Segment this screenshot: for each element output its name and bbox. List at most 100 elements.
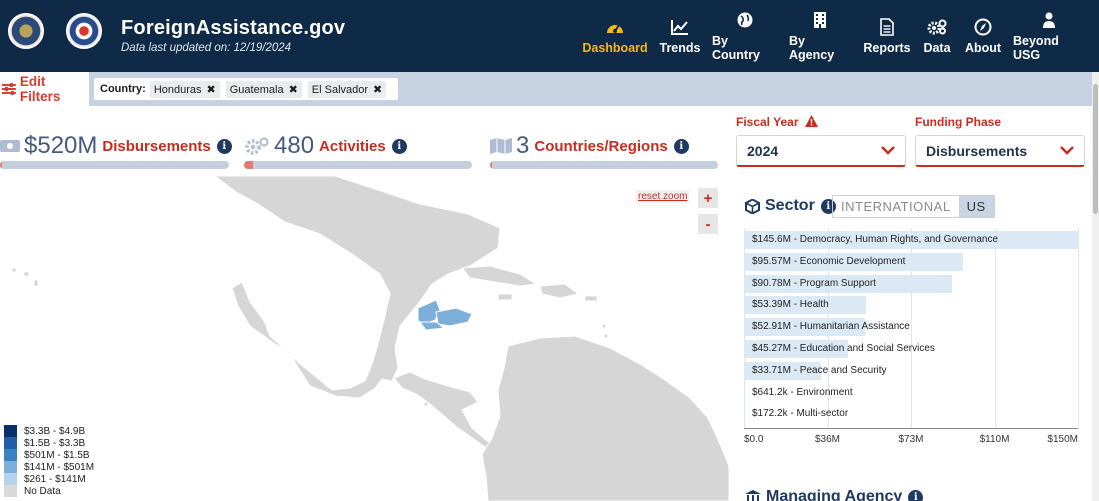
south-america-land bbox=[481, 335, 729, 501]
info-icon[interactable]: i bbox=[908, 489, 924, 501]
legend-label: No Data bbox=[24, 485, 61, 497]
sector-bar-label: $53.39M - Health bbox=[752, 299, 829, 311]
nav-label: Reports bbox=[863, 41, 911, 55]
chip-label: El Salvador bbox=[311, 83, 369, 96]
sector-title: Sector bbox=[765, 197, 815, 214]
gears-icon bbox=[927, 17, 947, 37]
world-map[interactable] bbox=[0, 176, 729, 501]
x-tick-label: $150M bbox=[1047, 434, 1078, 445]
zoom-in-button[interactable]: + bbox=[698, 188, 718, 208]
nav-about[interactable]: About bbox=[963, 0, 1003, 72]
funding-phase-select[interactable]: Disbursements bbox=[915, 135, 1085, 167]
sector-bar-row[interactable]: $641.2k - Environment bbox=[744, 383, 1078, 402]
nav-reports[interactable]: Reports bbox=[862, 0, 912, 72]
reset-zoom-button[interactable]: reset zoom bbox=[636, 190, 690, 203]
legend-item: No Data bbox=[4, 485, 94, 497]
progress-fill bbox=[244, 161, 254, 169]
fiscal-year-label-text: Fiscal Year bbox=[736, 115, 799, 129]
info-icon[interactable]: i bbox=[216, 138, 232, 154]
info-icon[interactable]: i bbox=[391, 138, 407, 154]
countries-progress bbox=[490, 161, 718, 169]
legend-label: $501M - $1.5B bbox=[24, 449, 90, 461]
nav-label: Beyond USG bbox=[1013, 34, 1059, 62]
money-icon bbox=[0, 140, 20, 152]
warning-icon bbox=[804, 115, 818, 127]
page-scrollbar[interactable] bbox=[1092, 72, 1099, 501]
remove-chip-icon[interactable]: ✖ bbox=[373, 84, 382, 96]
chip-label: Honduras bbox=[153, 83, 202, 96]
nav-by-country[interactable]: By Country bbox=[712, 0, 778, 72]
sector-bar-row[interactable]: $95.57M - Economic Development bbox=[744, 252, 1078, 271]
sector-bar-row[interactable]: $53.39M - Health bbox=[744, 296, 1078, 315]
sector-bar-row[interactable]: $145.6M - Democracy, Human Rights, and G… bbox=[744, 231, 1078, 249]
x-axis bbox=[744, 428, 1078, 429]
chip-guatemala[interactable]: Guatemala ✖ bbox=[225, 80, 302, 98]
remove-chip-icon[interactable]: ✖ bbox=[289, 84, 298, 96]
chevron-down-icon bbox=[881, 146, 895, 155]
site-title[interactable]: ForeignAssistance.gov bbox=[121, 17, 345, 40]
nav-label: About bbox=[964, 41, 1002, 55]
globe-icon bbox=[737, 10, 753, 30]
legend-swatch bbox=[4, 449, 17, 461]
country-filter-label: Country: bbox=[100, 83, 146, 95]
sector-bar-label: $172.2k - Multi-sector bbox=[752, 408, 849, 420]
jamaica-land bbox=[497, 293, 513, 301]
sector-bar-row[interactable]: $172.2k - Multi-sector bbox=[744, 405, 1078, 424]
activities-progress bbox=[244, 161, 472, 169]
disbursements-progress bbox=[0, 161, 229, 169]
info-icon[interactable]: i bbox=[673, 138, 689, 154]
chip-honduras[interactable]: Honduras ✖ bbox=[149, 80, 220, 98]
box-icon bbox=[745, 198, 760, 214]
usaid-seal-icon[interactable] bbox=[66, 13, 102, 49]
nav-label: By Agency bbox=[789, 34, 835, 62]
institution-icon bbox=[745, 489, 761, 501]
state-department-seal-icon[interactable] bbox=[8, 13, 44, 49]
sector-bar-label: $145.6M - Democracy, Human Rights, and G… bbox=[752, 234, 999, 245]
sector-bar-label: $641.2k - Environment bbox=[752, 386, 853, 398]
nav-trends[interactable]: Trends bbox=[657, 0, 703, 72]
sector-bar-label: $95.57M - Economic Development bbox=[752, 255, 906, 267]
sector-bar-row[interactable]: $45.27M - Education and Social Services bbox=[744, 340, 1078, 358]
fiscal-year-label: Fiscal Year bbox=[736, 115, 818, 129]
cuba-land bbox=[461, 265, 538, 287]
remove-chip-icon[interactable]: ✖ bbox=[207, 84, 216, 96]
nav-beyond-usg[interactable]: Beyond USG bbox=[1013, 0, 1085, 72]
nav-by-agency[interactable]: By Agency bbox=[789, 0, 851, 72]
toggle-international[interactable]: INTERNATIONAL bbox=[833, 196, 959, 217]
legend-swatch bbox=[4, 425, 17, 437]
person-icon bbox=[1042, 10, 1056, 30]
activities-value: 480 bbox=[274, 132, 315, 159]
hispaniola-land bbox=[539, 283, 580, 299]
sector-classification-toggle: INTERNATIONAL US bbox=[832, 195, 995, 218]
nav-dashboard[interactable]: Dashboard bbox=[582, 0, 648, 72]
nav-label: Dashboard bbox=[582, 41, 648, 55]
x-tick-label: $36M bbox=[814, 434, 840, 445]
legend-label: $3.3B - $4.9B bbox=[24, 425, 86, 437]
funding-phase-value: Disbursements bbox=[926, 142, 1028, 159]
sector-bar-label: $45.27M - Education and Social Services bbox=[752, 343, 935, 354]
scrollbar-thumb[interactable] bbox=[1093, 84, 1098, 214]
chevron-down-icon bbox=[1060, 146, 1074, 155]
nav-label: By Country bbox=[712, 34, 760, 62]
trend-line-icon bbox=[671, 17, 689, 37]
zoom-out-button[interactable]: - bbox=[698, 214, 718, 234]
sector-bar-row[interactable]: $33.71M - Peace and Security bbox=[744, 361, 1078, 380]
sector-bar-row[interactable]: $52.91M - Humanitarian Assistance bbox=[744, 318, 1078, 337]
edit-filters-button[interactable]: Edit Filters bbox=[0, 72, 89, 106]
progress-fill bbox=[490, 161, 493, 169]
legend-item: $141M - $501M bbox=[4, 461, 94, 473]
nav-data[interactable]: Data bbox=[921, 0, 953, 72]
sector-bar-row[interactable]: $90.78M - Program Support bbox=[744, 274, 1078, 293]
managing-agency-heading: Managing Agency i bbox=[745, 488, 924, 501]
chip-el-salvador[interactable]: El Salvador ✖ bbox=[307, 80, 387, 98]
honduras-shape bbox=[435, 307, 473, 327]
gears-icon bbox=[245, 137, 269, 155]
x-tick-label: $0.0 bbox=[744, 434, 764, 445]
legend-label: $141M - $501M bbox=[24, 461, 95, 473]
toggle-us[interactable]: US bbox=[958, 196, 994, 217]
managing-agency-title: Managing Agency bbox=[766, 488, 903, 501]
fiscal-year-select[interactable]: 2024 bbox=[736, 135, 906, 167]
sector-heading: Sector i bbox=[745, 197, 836, 215]
fiscal-year-value: 2024 bbox=[747, 142, 779, 159]
countries-value: 3 bbox=[516, 132, 530, 159]
